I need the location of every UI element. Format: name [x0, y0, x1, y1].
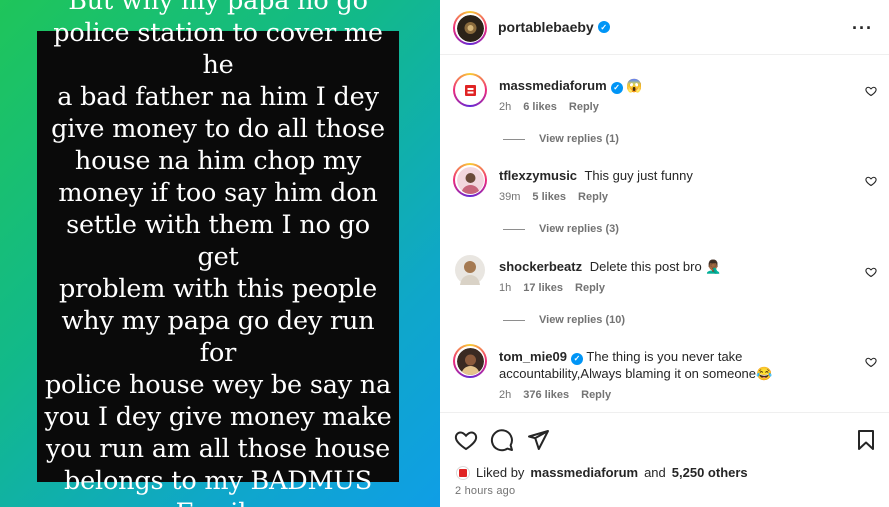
liked-by-avatar[interactable] [456, 465, 470, 480]
author-avatar-image [456, 14, 484, 42]
comment-text-row: massmediaforum ✓ 😱 [499, 77, 849, 94]
view-replies-button[interactable]: View replies (3) [503, 223, 619, 235]
massmedia-logo-icon [456, 76, 484, 104]
comment-likes[interactable]: 17 likes [523, 282, 563, 294]
reply-button[interactable]: Reply [575, 282, 605, 294]
view-replies-button[interactable]: View replies (10) [503, 314, 625, 326]
verified-icon: ✓ [597, 21, 610, 33]
post-actions-bar: Liked by massmediaforum and 5,250 others… [440, 412, 889, 507]
liked-by-and: and [644, 465, 666, 480]
heart-icon[interactable] [865, 356, 877, 368]
massmedia-logo-icon [459, 468, 467, 477]
comment-icon[interactable] [490, 428, 514, 452]
more-icon[interactable]: ··· [852, 18, 873, 39]
comment-username[interactable]: shockerbeatz [499, 259, 582, 274]
reply-button[interactable]: Reply [569, 101, 599, 113]
comment-time[interactable]: 2h [499, 389, 511, 401]
comment-avatar[interactable] [453, 344, 487, 378]
post-media[interactable]: But why my papa no go police station to … [0, 0, 440, 507]
liked-by-prefix: Liked by [476, 465, 525, 480]
caption-image-text: But why my papa no go police station to … [44, 0, 392, 507]
caption-image: But why my papa no go police station to … [37, 0, 399, 507]
view-replies-label[interactable]: View replies (10) [539, 314, 625, 326]
comment-text: 😱 [626, 78, 643, 93]
comment-likes[interactable]: 376 likes [523, 389, 569, 401]
comment-text-row: tflexzymusic This guy just funny [499, 167, 849, 184]
comment-username[interactable]: massmediaforum [499, 78, 607, 93]
comment-meta: 2h 376 likes Reply [499, 389, 611, 401]
comment-username[interactable]: tflexzymusic [499, 168, 577, 183]
comment-text-row: shockerbeatz Delete this post bro 🤦🏾‍♂️ [499, 258, 849, 275]
post-header: portablebaeby ✓ ··· [440, 0, 889, 55]
comment-avatar[interactable] [453, 73, 487, 107]
post-timestamp[interactable]: 2 hours ago [455, 485, 515, 497]
replies-divider-line [503, 319, 525, 321]
replies-divider-line [503, 228, 525, 230]
comment-text-row: tom_mie09 ✓ The thing is you never take a… [499, 348, 849, 382]
heart-icon[interactable] [865, 85, 877, 97]
liked-by-row: Liked by massmediaforum and 5,250 others [456, 465, 748, 480]
view-replies-label[interactable]: View replies (1) [539, 133, 619, 145]
heart-icon[interactable] [865, 175, 877, 187]
liked-by-user[interactable]: massmediaforum [530, 465, 638, 480]
view-replies-button[interactable]: View replies (1) [503, 133, 619, 145]
verified-icon: ✓ [610, 81, 623, 94]
comment-likes[interactable]: 5 likes [532, 191, 566, 203]
comment-avatar[interactable] [453, 163, 487, 197]
post-side-panel: portablebaeby ✓ ··· massmediaforum ✓ 😱 2h… [440, 0, 889, 507]
reply-button[interactable]: Reply [578, 191, 608, 203]
user-avatar-image [456, 166, 484, 194]
verified-icon: ✓ [570, 352, 583, 365]
bookmark-icon[interactable] [854, 428, 878, 452]
comment-text: Delete this post bro 🤦🏾‍♂️ [589, 259, 722, 274]
replies-divider-line [503, 138, 525, 140]
comment-username[interactable]: tom_mie09 [499, 349, 567, 364]
comment-text: This guy just funny [584, 168, 693, 183]
comment-time[interactable]: 39m [499, 191, 520, 203]
reply-button[interactable]: Reply [581, 389, 611, 401]
author-avatar[interactable] [453, 11, 487, 45]
comment-time[interactable]: 1h [499, 282, 511, 294]
likes-count[interactable]: 5,250 others [672, 465, 748, 480]
author-username-row[interactable]: portablebaeby ✓ [498, 19, 610, 35]
comment-meta: 39m 5 likes Reply [499, 191, 608, 203]
comment-time[interactable]: 2h [499, 101, 511, 113]
user-avatar-image [456, 347, 484, 375]
heart-icon[interactable] [865, 266, 877, 278]
view-replies-label[interactable]: View replies (3) [539, 223, 619, 235]
comment-meta: 1h 17 likes Reply [499, 282, 605, 294]
comment-avatar[interactable] [455, 255, 485, 290]
comment-likes[interactable]: 6 likes [523, 101, 557, 113]
comment-meta: 2h 6 likes Reply [499, 101, 599, 113]
author-username[interactable]: portablebaeby [498, 19, 594, 35]
user-avatar-image [455, 255, 485, 285]
share-icon[interactable] [526, 428, 550, 452]
heart-icon[interactable] [454, 428, 478, 452]
